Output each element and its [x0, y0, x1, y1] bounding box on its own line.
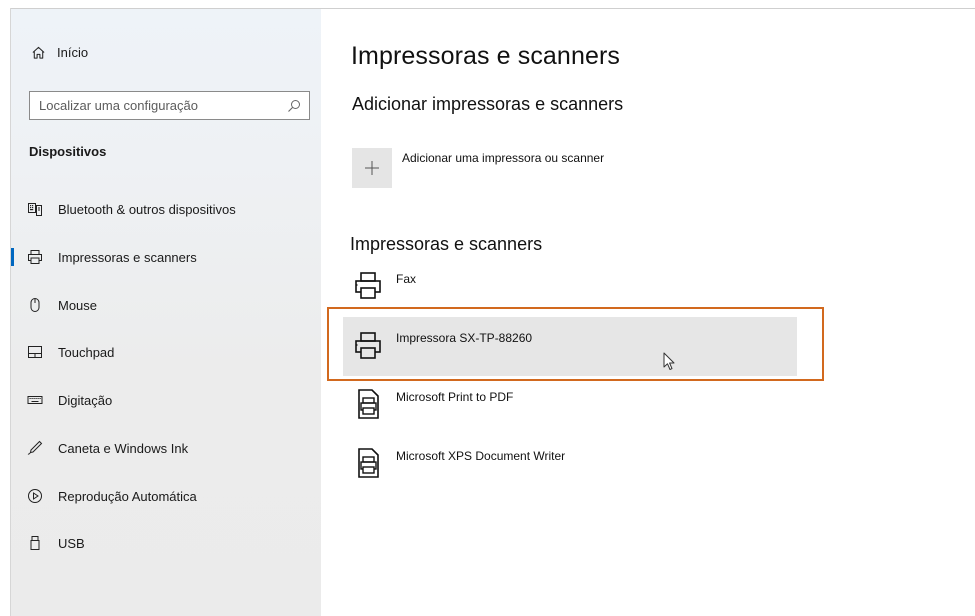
printer-icon	[27, 249, 43, 265]
sidebar-item-label: Caneta e Windows Ink	[58, 440, 189, 456]
printer-item-fax[interactable]: Fax	[350, 266, 796, 316]
search-input[interactable]	[30, 98, 279, 113]
sidebar-item-usb[interactable]: USB	[11, 523, 321, 563]
sidebar-item-label: Impressoras e scanners	[58, 249, 197, 265]
fax-printer-icon	[350, 266, 386, 306]
sidebar-item-label: Touchpad	[58, 344, 115, 360]
sidebar-item-label: USB	[58, 535, 85, 551]
printer-icon	[350, 326, 386, 366]
printer-name: Microsoft Print to PDF	[396, 390, 514, 404]
sidebar-item-mouse[interactable]: Mouse	[11, 285, 321, 325]
sidebar-item-pen[interactable]: Caneta e Windows Ink	[11, 428, 321, 468]
add-printer-button[interactable]: Adicionar uma impressora ou scanner	[352, 148, 604, 188]
sidebar-item-bluetooth[interactable]: Bluetooth & outros dispositivos	[11, 189, 321, 229]
document-printer-icon	[350, 384, 386, 424]
printers-list-title: Impressoras e scanners	[350, 234, 543, 254]
usb-icon	[27, 535, 43, 551]
sidebar-item-label: Bluetooth & outros dispositivos	[58, 201, 236, 217]
sidebar-item-touchpad[interactable]: Touchpad	[11, 332, 321, 372]
settings-search[interactable]	[29, 91, 310, 120]
add-tile[interactable]	[352, 148, 392, 188]
sidebar-item-label: Mouse	[58, 297, 98, 313]
document-printer-icon	[350, 443, 386, 483]
search-icon[interactable]	[287, 99, 301, 113]
printer-name: Impressora SX-TP-88260	[396, 331, 533, 345]
sidebar-item-typing[interactable]: Digitação	[11, 380, 321, 420]
sidebar-item-label: Início	[57, 44, 89, 60]
add-section-title: Adicionar impressoras e scanners	[352, 94, 624, 114]
sidebar-item-label: Digitação	[58, 392, 113, 408]
plus-icon	[365, 161, 379, 175]
mouse-icon	[27, 297, 43, 313]
touchpad-icon	[27, 344, 43, 360]
home-icon	[32, 46, 45, 59]
pen-icon	[27, 440, 43, 456]
sidebar-item-label: Reprodução Automática	[58, 488, 197, 504]
page-title: Impressoras e scanners	[351, 42, 620, 70]
sidebar-item-home[interactable]: Início	[11, 40, 291, 64]
autoplay-icon	[27, 488, 43, 504]
bluetooth-devices-icon	[27, 201, 43, 217]
sidebar-item-printers[interactable]: Impressoras e scanners	[11, 237, 321, 277]
sidebar-section-title: Dispositivos	[29, 144, 107, 159]
printer-name: Fax	[396, 272, 417, 286]
printer-item-print-to-pdf[interactable]: Microsoft Print to PDF	[350, 384, 796, 434]
printer-item-xps-writer[interactable]: Microsoft XPS Document Writer	[350, 443, 796, 493]
printer-name: Microsoft XPS Document Writer	[396, 449, 566, 463]
keyboard-icon	[27, 392, 43, 408]
mouse-cursor-icon	[663, 352, 675, 370]
add-printer-label: Adicionar uma impressora ou scanner	[402, 151, 605, 165]
sidebar-item-autoplay[interactable]: Reprodução Automática	[11, 476, 321, 516]
printer-item-sx-tp-88260[interactable]: Impressora SX-TP-88260	[343, 317, 797, 376]
